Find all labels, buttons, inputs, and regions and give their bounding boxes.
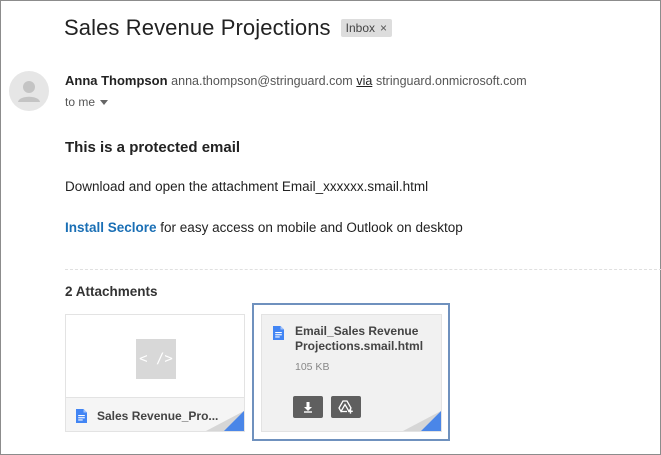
- code-file-icon: < />: [136, 339, 176, 379]
- recipient-details-toggle[interactable]: to me: [65, 95, 109, 109]
- body-heading: This is a protected email: [65, 139, 241, 156]
- subject-row: Sales Revenue Projections Inbox ×: [64, 15, 393, 41]
- google-doc-icon: [273, 326, 284, 340]
- body-install-line: Install Seclore for easy access on mobil…: [65, 220, 463, 235]
- recipient-text: to me: [65, 95, 96, 109]
- caret-down-icon: [100, 99, 109, 105]
- google-doc-icon: [76, 409, 87, 423]
- attachment-card-1[interactable]: < /> Sales Revenue_Pro...: [65, 314, 245, 432]
- attachment-filename: Email_Sales Revenue Projections.smail.ht…: [295, 324, 424, 353]
- inbox-label-chip[interactable]: Inbox ×: [340, 19, 393, 37]
- sender-info: Anna Thompson anna.thompson@stringuard.c…: [65, 73, 527, 88]
- install-seclore-link[interactable]: Install Seclore: [65, 220, 157, 235]
- attachment-size: 105 KB: [295, 361, 330, 373]
- add-to-drive-button[interactable]: [331, 396, 361, 418]
- sender-name[interactable]: Anna Thompson: [65, 73, 168, 88]
- install-line-rest: for easy access on mobile and Outlook on…: [156, 220, 463, 235]
- email-view: Sales Revenue Projections Inbox × Anna T…: [0, 0, 661, 455]
- page-fold-corner: [206, 411, 244, 431]
- download-button[interactable]: [293, 396, 323, 418]
- remove-label-icon[interactable]: ×: [380, 21, 387, 35]
- sender-avatar[interactable]: [9, 71, 49, 111]
- attachments-divider: [65, 269, 661, 270]
- email-subject: Sales Revenue Projections: [64, 15, 331, 40]
- download-icon: [304, 402, 312, 413]
- label-text: Inbox: [345, 21, 376, 35]
- body-instructions: Download and open the attachment Email_x…: [65, 179, 429, 194]
- attachments-heading: 2 Attachments: [65, 284, 158, 299]
- page-fold-corner: [403, 411, 441, 431]
- add-to-drive-icon: [338, 400, 353, 414]
- attachment-card-2[interactable]: Email_Sales Revenue Projections.smail.ht…: [261, 314, 442, 432]
- via-link[interactable]: via: [356, 74, 372, 88]
- person-icon: [18, 81, 40, 102]
- attachment-filename: Sales Revenue_Pro...: [97, 409, 219, 423]
- via-domain: stringuard.onmicrosoft.com: [375, 74, 527, 88]
- attachment-preview: < />: [66, 315, 244, 398]
- sender-email: anna.thompson@stringuard.com: [171, 74, 353, 88]
